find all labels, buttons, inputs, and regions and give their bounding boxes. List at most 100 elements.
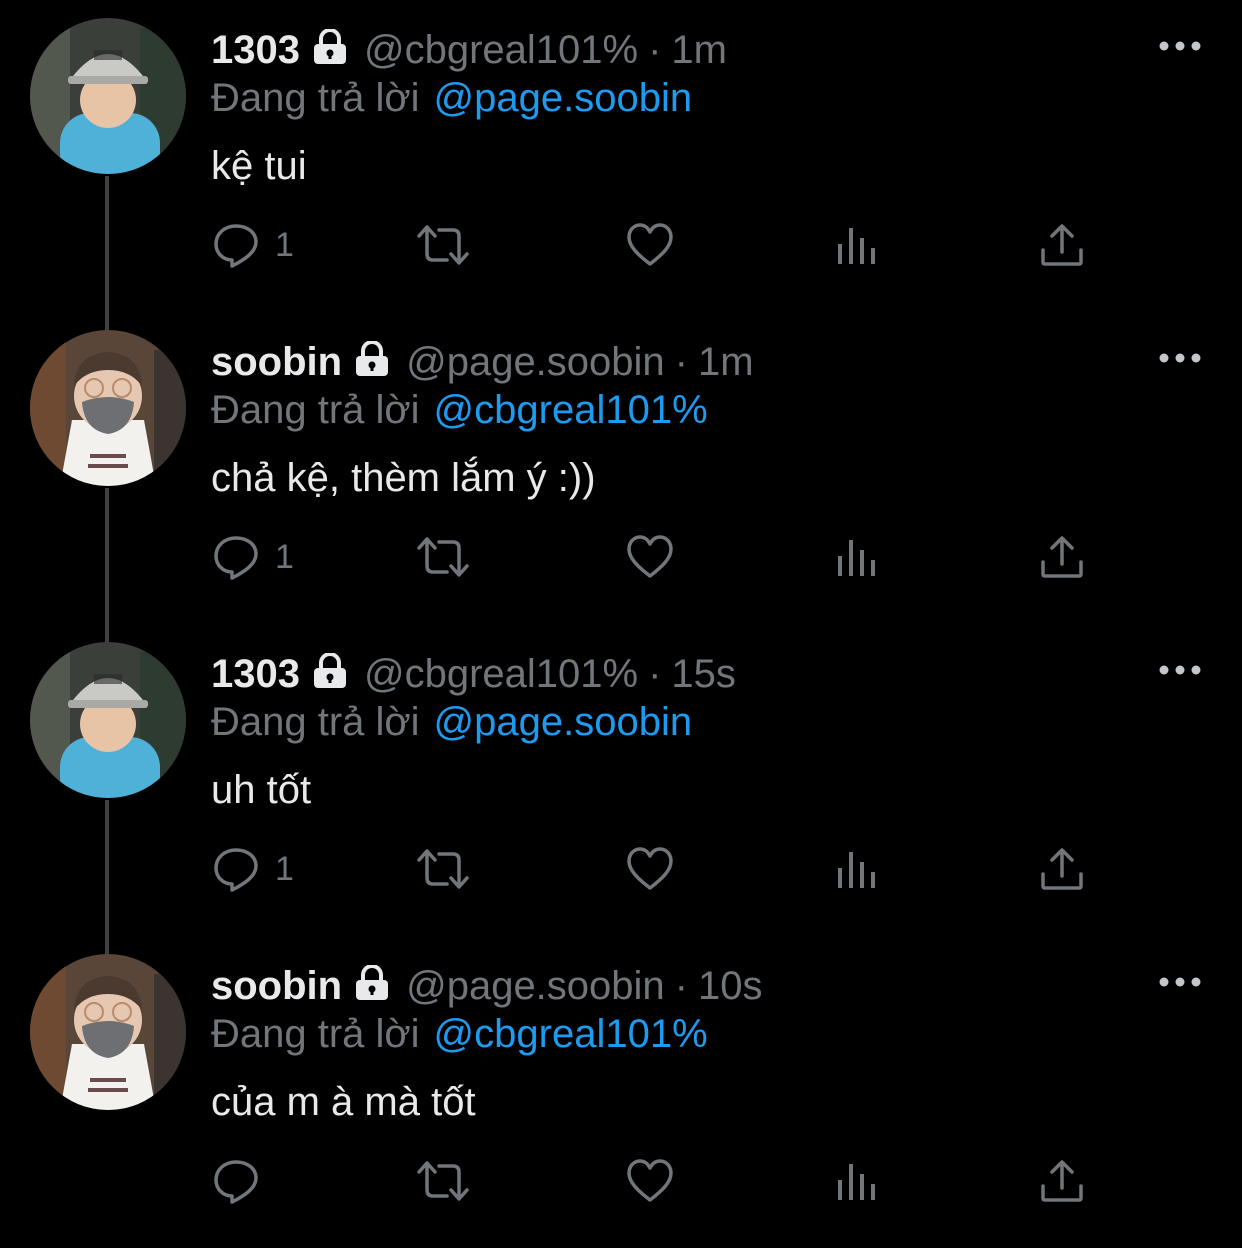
share-button[interactable] bbox=[1039, 1146, 1085, 1216]
tweet-header: 1303 @cbgreal101% · 15s bbox=[211, 650, 736, 700]
reply-button[interactable] bbox=[211, 1146, 275, 1216]
user-handle[interactable]: @cbgreal101% bbox=[364, 28, 638, 72]
boy-helmet-avatar bbox=[30, 18, 186, 174]
reply-context: Đang trả lời @cbgreal101% bbox=[211, 1010, 708, 1058]
reply-button[interactable]: 1 bbox=[211, 834, 294, 904]
boy-helmet-avatar bbox=[30, 642, 186, 798]
tweet[interactable]: soobin @page.soobin · 1m Đang trả lời @cbgre… bbox=[0, 312, 1242, 624]
user-handle[interactable]: @page.soobin bbox=[406, 340, 665, 384]
tweet[interactable]: soobin @page.soobin · 10s Đang trả lời @cbgr… bbox=[0, 936, 1242, 1248]
display-name[interactable]: 1303 bbox=[211, 28, 300, 72]
reply-icon bbox=[211, 1156, 261, 1206]
separator: · bbox=[674, 964, 688, 1008]
retweet-button[interactable] bbox=[415, 210, 471, 280]
share-button[interactable] bbox=[1039, 522, 1085, 592]
masked-man-avatar bbox=[30, 954, 186, 1110]
share-icon bbox=[1039, 532, 1085, 582]
reply-context: Đang trả lời @page.soobin bbox=[211, 698, 692, 746]
lock-icon bbox=[310, 652, 350, 700]
like-icon bbox=[625, 220, 675, 270]
reply-label: Đang trả lời bbox=[211, 76, 420, 120]
lock-icon bbox=[310, 28, 350, 76]
avatar[interactable] bbox=[30, 954, 186, 1110]
tweet-text: kệ tui bbox=[211, 144, 307, 188]
avatar[interactable] bbox=[30, 642, 186, 798]
retweet-icon bbox=[415, 532, 471, 582]
tweet[interactable]: 1303 @cbgreal101% · 15s Đang trả lời @page.s… bbox=[0, 624, 1242, 936]
views-icon bbox=[835, 220, 879, 270]
user-handle[interactable]: @cbgreal101% bbox=[364, 652, 638, 696]
mention-link[interactable]: @page.soobin bbox=[434, 700, 693, 744]
views-button[interactable] bbox=[835, 1146, 879, 1216]
more-icon[interactable] bbox=[1158, 660, 1202, 680]
retweet-icon bbox=[415, 220, 471, 270]
share-icon bbox=[1039, 220, 1085, 270]
tweet-text: của m à mà tốt bbox=[211, 1080, 476, 1124]
tweet-header: soobin @page.soobin · 1m bbox=[211, 338, 754, 388]
display-name[interactable]: soobin bbox=[211, 340, 342, 384]
views-icon bbox=[835, 844, 879, 894]
reply-label: Đang trả lời bbox=[211, 388, 420, 432]
views-button[interactable] bbox=[835, 210, 879, 280]
like-button[interactable] bbox=[625, 522, 675, 592]
more-icon[interactable] bbox=[1158, 348, 1202, 368]
action-bar: 1 bbox=[211, 834, 1111, 904]
tweet[interactable]: 1303 @cbgreal101% · 1m Đang trả lời @page.so… bbox=[0, 0, 1242, 312]
like-button[interactable] bbox=[625, 210, 675, 280]
retweet-button[interactable] bbox=[415, 522, 471, 592]
mention-link[interactable]: @page.soobin bbox=[434, 76, 693, 120]
more-icon[interactable] bbox=[1158, 36, 1202, 56]
like-button[interactable] bbox=[625, 1146, 675, 1216]
tweet-text: uh tốt bbox=[211, 768, 312, 812]
reply-count: 1 bbox=[275, 225, 294, 264]
timestamp[interactable]: 10s bbox=[698, 964, 763, 1008]
mention-link[interactable]: @cbgreal101% bbox=[434, 388, 708, 432]
retweet-button[interactable] bbox=[415, 1146, 471, 1216]
mention-link[interactable]: @cbgreal101% bbox=[434, 1012, 708, 1056]
views-icon bbox=[835, 1156, 879, 1206]
views-button[interactable] bbox=[835, 834, 879, 904]
separator: · bbox=[648, 28, 662, 72]
reply-button[interactable]: 1 bbox=[211, 210, 294, 280]
avatar[interactable] bbox=[30, 18, 186, 174]
like-icon bbox=[625, 532, 675, 582]
separator: · bbox=[674, 340, 688, 384]
tweet-header: 1303 @cbgreal101% · 1m bbox=[211, 26, 727, 76]
views-button[interactable] bbox=[835, 522, 879, 592]
share-button[interactable] bbox=[1039, 834, 1085, 904]
separator: · bbox=[648, 652, 662, 696]
reply-label: Đang trả lời bbox=[211, 1012, 420, 1056]
timestamp[interactable]: 1m bbox=[671, 28, 727, 72]
retweet-icon bbox=[415, 844, 471, 894]
like-icon bbox=[625, 844, 675, 894]
action-bar: 1 bbox=[211, 210, 1111, 280]
like-icon bbox=[625, 1156, 675, 1206]
user-handle[interactable]: @page.soobin bbox=[406, 964, 665, 1008]
reply-label: Đang trả lời bbox=[211, 700, 420, 744]
share-icon bbox=[1039, 844, 1085, 894]
lock-icon bbox=[352, 964, 392, 1012]
reply-button[interactable]: 1 bbox=[211, 522, 294, 592]
display-name[interactable]: 1303 bbox=[211, 652, 300, 696]
retweet-button[interactable] bbox=[415, 834, 471, 904]
reply-icon bbox=[211, 844, 261, 894]
lock-icon bbox=[352, 340, 392, 388]
tweet-text: chả kệ, thèm lắm ý :)) bbox=[211, 456, 596, 500]
avatar[interactable] bbox=[30, 330, 186, 486]
more-icon[interactable] bbox=[1158, 972, 1202, 992]
timestamp[interactable]: 1m bbox=[698, 340, 754, 384]
action-bar bbox=[211, 1146, 1111, 1216]
reply-icon bbox=[211, 220, 261, 270]
tweet-header: soobin @page.soobin · 10s bbox=[211, 962, 763, 1012]
share-button[interactable] bbox=[1039, 210, 1085, 280]
display-name[interactable]: soobin bbox=[211, 964, 342, 1008]
action-bar: 1 bbox=[211, 522, 1111, 592]
timestamp[interactable]: 15s bbox=[671, 652, 736, 696]
like-button[interactable] bbox=[625, 834, 675, 904]
reply-icon bbox=[211, 532, 261, 582]
views-icon bbox=[835, 532, 879, 582]
retweet-icon bbox=[415, 1156, 471, 1206]
reply-count: 1 bbox=[275, 537, 294, 576]
share-icon bbox=[1039, 1156, 1085, 1206]
reply-context: Đang trả lời @page.soobin bbox=[211, 74, 692, 122]
